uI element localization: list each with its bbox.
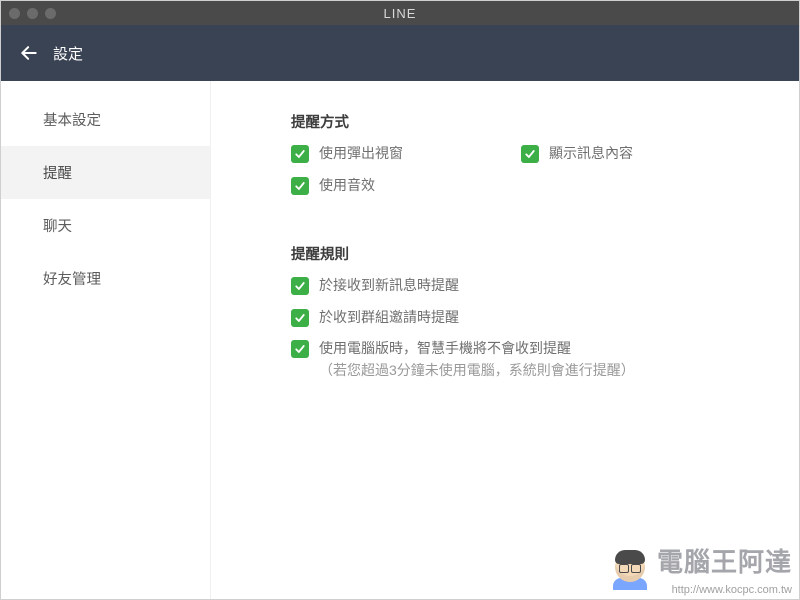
settings-sidebar: 基本設定 提醒 聊天 好友管理 (1, 81, 211, 599)
option-group-invite[interactable]: 於收到群組邀請時提醒 (291, 308, 763, 328)
option-label: 於接收到新訊息時提醒 (319, 276, 459, 296)
option-label: 使用音效 (319, 176, 375, 196)
section-notify-rules: 提醒規則 於接收到新訊息時提醒 於收到群組邀請時提醒 使用電腦版時，智慧手機將不 (291, 243, 763, 380)
settings-header: 設定 (1, 25, 799, 81)
option-label: 使用彈出視窗 (319, 144, 403, 164)
back-arrow-icon[interactable] (19, 43, 39, 63)
option-preview[interactable]: 顯示訊息內容 (521, 144, 751, 164)
checkbox-checked-icon (291, 277, 309, 295)
window-title: LINE (1, 6, 799, 21)
checkbox-checked-icon (291, 177, 309, 195)
section-title: 提醒方式 (291, 111, 763, 132)
option-label: 顯示訊息內容 (549, 144, 633, 164)
option-label: 使用電腦版時，智慧手機將不會收到提醒 （若您超過3分鐘未使用電腦，系統則會進行提… (319, 339, 635, 380)
checkbox-checked-icon (291, 145, 309, 163)
settings-body: 基本設定 提醒 聊天 好友管理 提醒方式 使用彈出視窗 顯示訊息內容 (1, 81, 799, 599)
page-title: 設定 (53, 43, 83, 64)
section-notify-method: 提醒方式 使用彈出視窗 顯示訊息內容 (291, 111, 763, 207)
option-new-msg[interactable]: 於接收到新訊息時提醒 (291, 276, 763, 296)
option-sub-text: （若您超過3分鐘未使用電腦，系統則會進行提醒） (319, 361, 635, 381)
sidebar-item-friends[interactable]: 好友管理 (1, 252, 210, 305)
checkbox-checked-icon (521, 145, 539, 163)
checkbox-checked-icon (291, 340, 309, 358)
option-label: 於收到群組邀請時提醒 (319, 308, 459, 328)
sidebar-item-basic[interactable]: 基本設定 (1, 93, 210, 146)
option-popup[interactable]: 使用彈出視窗 (291, 144, 521, 164)
section-title: 提醒規則 (291, 243, 763, 264)
sidebar-item-notify[interactable]: 提醒 (1, 146, 210, 199)
settings-content: 提醒方式 使用彈出視窗 顯示訊息內容 (211, 81, 799, 599)
sidebar-item-chat[interactable]: 聊天 (1, 199, 210, 252)
option-desktop-mute[interactable]: 使用電腦版時，智慧手機將不會收到提醒 （若您超過3分鐘未使用電腦，系統則會進行提… (291, 339, 763, 380)
checkbox-checked-icon (291, 309, 309, 327)
option-main-text: 使用電腦版時，智慧手機將不會收到提醒 (319, 340, 571, 356)
window-titlebar: LINE (1, 1, 799, 25)
option-sound[interactable]: 使用音效 (291, 176, 521, 196)
